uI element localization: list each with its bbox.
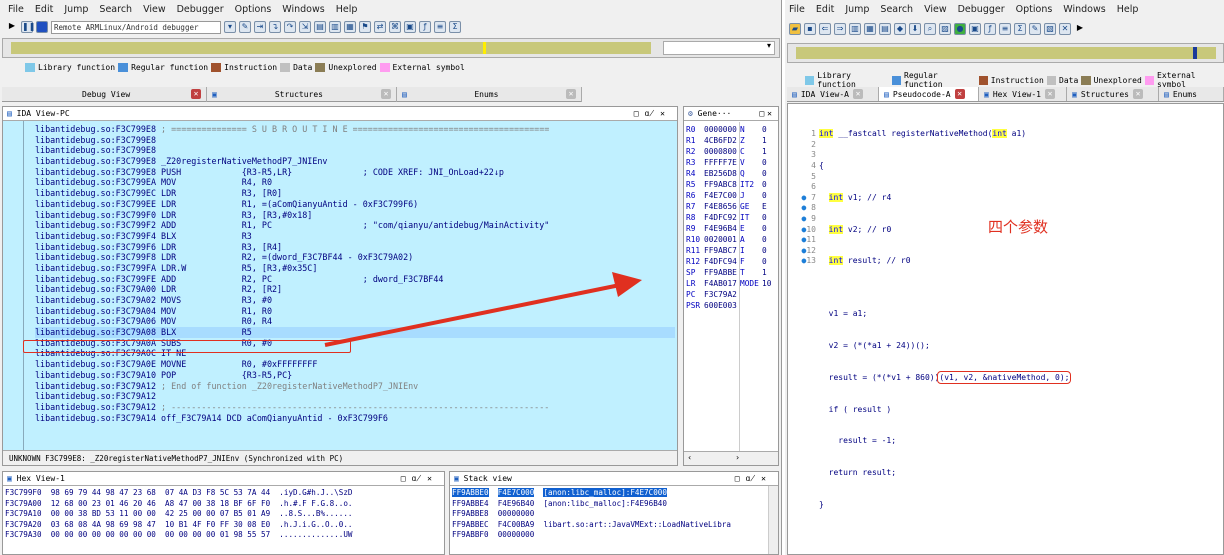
pseudo-line: v1; // r4 bbox=[843, 192, 892, 202]
close-icon[interactable]: ✕ bbox=[1133, 89, 1143, 99]
annotation-arrow-head bbox=[612, 272, 642, 297]
struct-icon[interactable]: ≡ bbox=[999, 23, 1011, 35]
line-marker-dot: ● bbox=[801, 213, 807, 223]
pseudocode-panel[interactable]: 1 2 3 4 5 6 ● 7 ● 8 ● 9 ●10 ●11 ●12 ●13 int __fastca… bbox=[787, 103, 1224, 555]
run-icon[interactable]: ▶ bbox=[1074, 23, 1086, 35]
right-ida-window: File Edit Jump Search View Debugger Opti… bbox=[785, 0, 1224, 555]
close-icon[interactable]: ✕ bbox=[954, 89, 965, 99]
legend-swatch-library bbox=[805, 75, 815, 85]
keyword: int bbox=[819, 129, 834, 139]
legend-data: Data bbox=[1059, 75, 1079, 85]
close-icon[interactable]: ✕ bbox=[853, 89, 863, 99]
pseudo-line: result = -1; bbox=[819, 436, 897, 446]
pseudo-line: v2 = (*(*a1 + 24))(); bbox=[819, 341, 930, 351]
pseudocode-icon: ▤ bbox=[884, 89, 889, 99]
tab-ida-view-a[interactable]: ▤ IDA View-A ✕ bbox=[787, 87, 879, 101]
pseudo-line: a1) bbox=[1006, 129, 1027, 139]
pseudo-line: v2; // r0 bbox=[843, 224, 892, 234]
line-number-gutter: 1 2 3 4 5 6 ● 7 ● 8 ● 9 ●10 ●11 ●12 ●13 bbox=[801, 129, 816, 266]
tab-ida-view-a-label: IDA View-A bbox=[800, 89, 849, 99]
menu-edit[interactable]: Edit bbox=[816, 4, 834, 15]
download-icon[interactable]: ⬇ bbox=[909, 23, 921, 35]
annotation-arrow-layer bbox=[324, 272, 642, 347]
legend-swatch-external bbox=[1144, 75, 1155, 85]
tab-pseudocode-a-label: Pseudocode-A bbox=[892, 89, 951, 99]
forward-icon[interactable]: ⇒ bbox=[834, 23, 846, 35]
annotation-label: 四个参数 bbox=[988, 218, 1049, 236]
line-marker-dot: ● bbox=[801, 256, 807, 266]
legend-unexplored: Unexplored bbox=[1093, 75, 1142, 85]
pseudo-line: result = (*(*v1 + 860)) bbox=[819, 372, 940, 382]
pseudo-line: { bbox=[819, 160, 824, 170]
pseudo-line: v1 = a1; bbox=[819, 309, 868, 319]
pseudocode-listing[interactable]: int __fastcall registerNativeMethod(int … bbox=[819, 108, 1219, 532]
annotation-arrow-line bbox=[324, 283, 621, 347]
menu-help[interactable]: Help bbox=[1117, 4, 1139, 15]
keyword: int bbox=[992, 129, 1007, 139]
line-marker-dot: ● bbox=[801, 192, 807, 202]
legend-swatch-regular bbox=[891, 75, 902, 85]
edit-icon[interactable]: ✎ bbox=[1029, 23, 1041, 35]
function-icon[interactable]: ƒ bbox=[984, 23, 996, 35]
pseudo-line: __fastcall registerNativeMethod( bbox=[833, 129, 993, 139]
menu-search[interactable]: Search bbox=[880, 4, 913, 15]
tab-hex-view-1-label: Hex View-1 bbox=[992, 89, 1041, 99]
pseudo-line: result; // r0 bbox=[843, 256, 911, 266]
close-icon[interactable]: ✕ bbox=[1059, 23, 1071, 35]
menu-view[interactable]: View bbox=[924, 4, 947, 15]
menu-file[interactable]: File bbox=[789, 4, 805, 15]
legend-instruction: Instruction bbox=[990, 75, 1044, 85]
pseudo-line: return result; bbox=[819, 468, 897, 478]
pseudo-line: if ( result ) bbox=[819, 404, 892, 414]
hex-icon: ▣ bbox=[984, 89, 989, 99]
status-icon[interactable]: ● bbox=[954, 23, 966, 35]
ida-view-icon: ▤ bbox=[792, 89, 797, 99]
pseudo-line: } bbox=[819, 499, 824, 509]
legend-swatch-data bbox=[1046, 75, 1057, 85]
line-marker-dot: ● bbox=[801, 245, 807, 255]
menu-windows[interactable]: Windows bbox=[1063, 4, 1105, 15]
search-icon[interactable]: ⌕ bbox=[924, 23, 936, 35]
nav-band-cursor bbox=[1193, 47, 1197, 59]
legend-swatch-unexplored bbox=[1081, 75, 1091, 85]
left-ida-window: File Edit Jump Search View Debugger Opti… bbox=[0, 0, 782, 555]
legend-swatch-instruction bbox=[978, 75, 988, 85]
color-icon[interactable]: ▨ bbox=[939, 23, 951, 35]
nav-band-segment bbox=[796, 47, 1216, 59]
close-icon[interactable]: ✕ bbox=[1045, 89, 1055, 99]
navigation-band-right[interactable] bbox=[787, 43, 1224, 63]
tab-structures-right-label: Structures bbox=[1080, 89, 1129, 99]
tab-pseudocode-a[interactable]: ▤ Pseudocode-A ✕ bbox=[879, 87, 979, 101]
right-tab-bar: ▤ IDA View-A ✕ ▤ Pseudocode-A ✕ ▣ Hex View-1 ✕… bbox=[787, 87, 1224, 102]
keyword: int bbox=[828, 256, 844, 266]
open-icon[interactable]: ▰ bbox=[789, 23, 801, 35]
line-marker-dot: ● bbox=[801, 235, 807, 245]
hex-icon[interactable]: ▥ bbox=[849, 23, 861, 35]
menu-debugger[interactable]: Debugger bbox=[958, 4, 1005, 15]
segment-icon[interactable]: ▣ bbox=[969, 23, 981, 35]
enums-icon: ▤ bbox=[1164, 89, 1169, 99]
text-icon[interactable]: ▤ bbox=[879, 23, 891, 35]
save-icon[interactable]: ▪ bbox=[804, 23, 816, 35]
back-icon[interactable]: ⇐ bbox=[819, 23, 831, 35]
tab-enums-right-label: Enums bbox=[1172, 89, 1197, 99]
tab-enums-right[interactable]: ▤ Enums bbox=[1159, 87, 1224, 101]
main-toolbar: ▰ ▪ ⇐ ⇒ ▥ ▦ ▤ ◆ ⬇ ⌕ ▨ ● ▣ ƒ ≡ Σ ✎ ▧ ✕ ▶ bbox=[785, 18, 1224, 40]
line-marker-dot: ● bbox=[801, 203, 807, 213]
menu-bar-right: File Edit Jump Search View Debugger Opti… bbox=[785, 0, 1224, 18]
photo-icon[interactable]: ▧ bbox=[1044, 23, 1056, 35]
line-marker-dot: ● bbox=[801, 224, 807, 234]
enum-icon[interactable]: Σ bbox=[1014, 23, 1026, 35]
tab-hex-view-1[interactable]: ▣ Hex View-1 ✕ bbox=[979, 87, 1067, 101]
tab-structures-right[interactable]: ▣ Structures ✕ bbox=[1067, 87, 1159, 101]
menu-jump[interactable]: Jump bbox=[845, 4, 869, 15]
keyword: int bbox=[828, 192, 844, 202]
menu-options[interactable]: Options bbox=[1016, 4, 1053, 15]
structures-icon: ▣ bbox=[1072, 89, 1077, 99]
keyword: int bbox=[828, 224, 844, 234]
four-args-highlight: (v1, v2, &nativeMethod, 0); bbox=[937, 370, 1072, 384]
breakpoint-icon[interactable]: ◆ bbox=[894, 23, 906, 35]
graph-icon[interactable]: ▦ bbox=[864, 23, 876, 35]
